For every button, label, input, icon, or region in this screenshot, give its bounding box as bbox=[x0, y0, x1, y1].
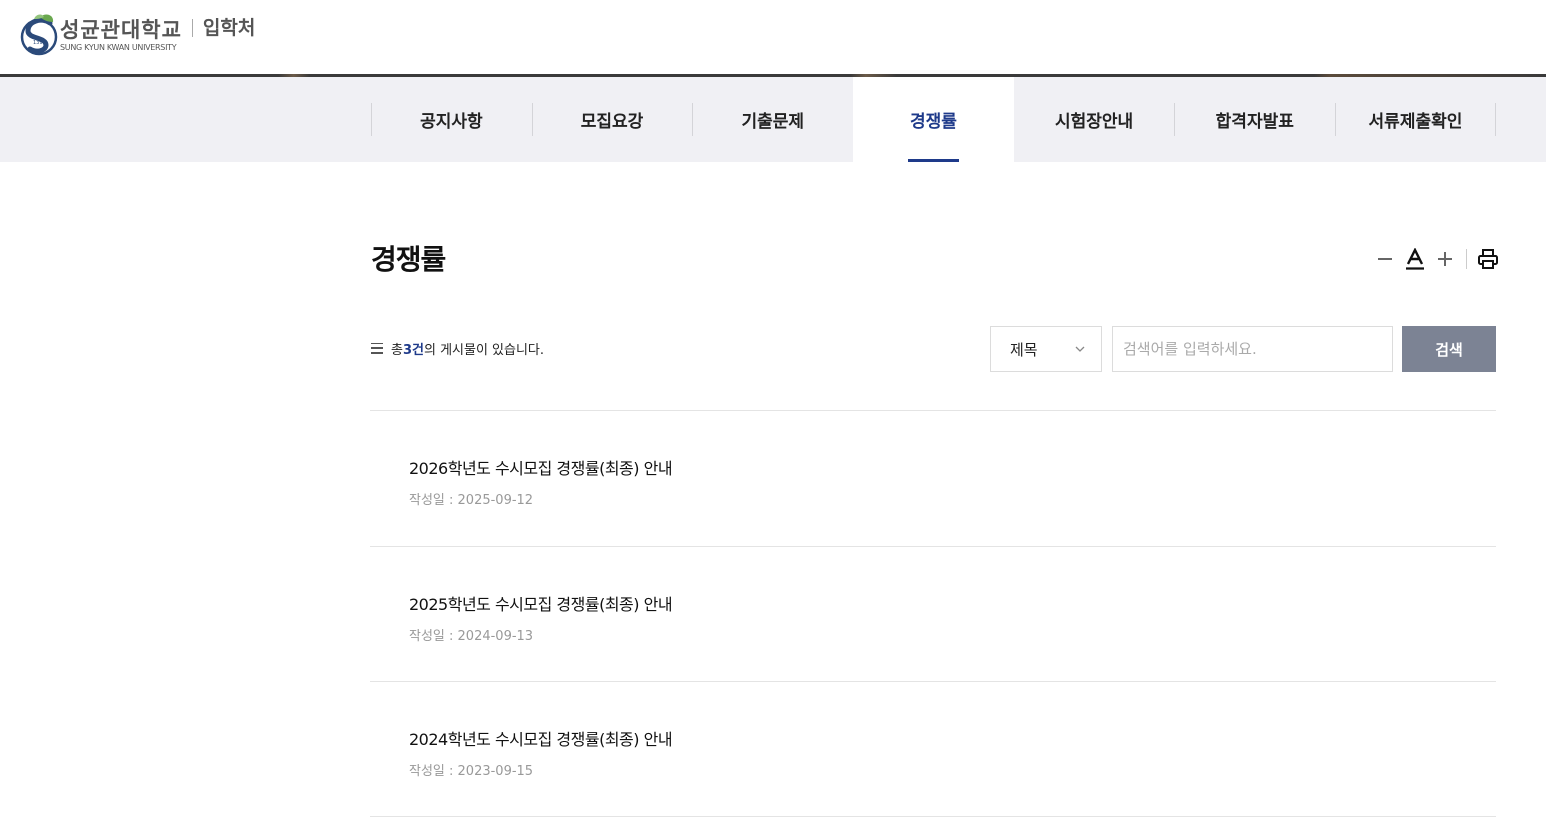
tab-results[interactable]: 합격자발표 bbox=[1174, 77, 1335, 162]
post-date: 작성일 : 2025-09-12 bbox=[409, 493, 534, 508]
count-number: 3건 bbox=[402, 342, 424, 358]
select-value: 제목 bbox=[1010, 340, 1038, 359]
list-item[interactable]: 2026학년도 수시모집 경쟁률(최종) 안내 작성일 : 2025-09-12 bbox=[370, 410, 1496, 546]
logo-korean-name: 성균관대학교 bbox=[60, 18, 182, 42]
site-header: 1398 성균관대학교 SUNG KYUN KWAN UNIVERSITY 입학… bbox=[0, 0, 1546, 74]
tab-notice[interactable]: 공지사항 bbox=[371, 77, 532, 162]
minus-icon bbox=[1378, 258, 1392, 260]
tab-label: 모집요강 bbox=[580, 112, 644, 132]
tab-admission-guide[interactable]: 모집요강 bbox=[531, 77, 693, 162]
tab-label: 서류제출확인 bbox=[1368, 112, 1463, 132]
list-item[interactable]: 2025학년도 수시모집 경쟁률(최종) 안내 작성일 : 2024-09-13 bbox=[370, 545, 1496, 682]
decrease-font-button[interactable] bbox=[1370, 244, 1400, 274]
tool-divider bbox=[1466, 249, 1467, 269]
sub-navigation: 공지사항 모집요강 기출문제 경쟁률 시험장안내 합격자발표 서류제출확인 bbox=[0, 77, 1546, 162]
tab-label: 경쟁률 bbox=[909, 112, 957, 132]
post-date: 작성일 : 2024-09-13 bbox=[409, 628, 534, 644]
post-title[interactable]: 2024학년도 수시모집 경쟁률(최종) 안내 bbox=[409, 726, 673, 750]
tab-competition-rate[interactable]: 경쟁률 bbox=[853, 77, 1014, 162]
page-title: 경쟁률 bbox=[371, 243, 446, 276]
post-date: 작성일 : 2023-09-15 bbox=[409, 764, 534, 779]
page-tools bbox=[1370, 244, 1503, 274]
print-button[interactable] bbox=[1473, 244, 1503, 274]
post-count: 총 3건 의 게시물이 있습니다. bbox=[371, 338, 544, 358]
nav-tabs: 공지사항 모집요강 기출문제 경쟁률 시험장안내 합격자발표 서류제출확인 bbox=[371, 77, 1496, 162]
logo-divider bbox=[191, 19, 193, 37]
list-menu-icon bbox=[371, 342, 383, 354]
increase-font-button[interactable] bbox=[1430, 244, 1460, 274]
tab-exam-venue[interactable]: 시험장안내 bbox=[1014, 77, 1175, 162]
tab-label: 시험장안내 bbox=[1054, 112, 1134, 132]
search-field-select[interactable]: 제목 bbox=[990, 326, 1102, 372]
count-prefix: 총 bbox=[391, 342, 403, 358]
post-list: 2026학년도 수시모집 경쟁률(최종) 안내 작성일 : 2025-09-12… bbox=[370, 410, 1496, 817]
print-icon bbox=[1478, 249, 1498, 269]
post-title[interactable]: 2026학년도 수시모집 경쟁률(최종) 안내 bbox=[409, 455, 673, 479]
search-input[interactable] bbox=[1112, 326, 1393, 372]
chevron-down-icon bbox=[1075, 346, 1085, 352]
post-title[interactable]: 2025학년도 수시모집 경쟁률(최종) 안내 bbox=[409, 591, 673, 615]
tab-past-exams[interactable]: 기출문제 bbox=[692, 77, 853, 162]
university-logo[interactable]: 1398 성균관대학교 SUNG KYUN KWAN UNIVERSITY 입학… bbox=[20, 13, 255, 57]
svg-text:1398: 1398 bbox=[33, 40, 46, 46]
tab-label: 기출문제 bbox=[741, 112, 804, 132]
university-emblem-icon: 1398 bbox=[20, 13, 58, 57]
tab-label: 공지사항 bbox=[420, 112, 483, 132]
logo-english-name: SUNG KYUN KWAN UNIVERSITY bbox=[60, 43, 177, 52]
search-button[interactable]: 검색 bbox=[1402, 326, 1496, 372]
count-suffix: 의 게시물이 있습니다. bbox=[423, 342, 545, 358]
tab-document-check[interactable]: 서류제출확인 bbox=[1335, 77, 1496, 162]
font-size-icon bbox=[1406, 248, 1424, 270]
tab-label: 합격자발표 bbox=[1215, 112, 1294, 132]
logo-department: 입학처 bbox=[202, 17, 256, 39]
plus-icon bbox=[1438, 252, 1452, 266]
active-tab-indicator bbox=[908, 159, 960, 162]
font-size-button[interactable] bbox=[1400, 244, 1430, 274]
list-item[interactable]: 2024학년도 수시모집 경쟁률(최종) 안내 작성일 : 2023-09-15 bbox=[370, 681, 1496, 817]
